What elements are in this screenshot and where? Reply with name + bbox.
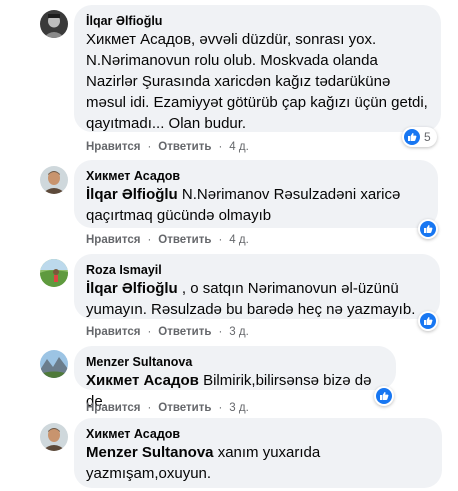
comment-actions: Нравится · Ответить · 4 д. <box>86 233 249 247</box>
comment-text: Menzer Sultanova xanım yuxarıda yazmışam… <box>86 444 321 482</box>
mention-link[interactable]: Menzer Sultanova <box>86 444 214 461</box>
like-button[interactable]: Нравится <box>86 233 140 247</box>
comment-actions: Нравится · Ответить · 3 д. <box>86 401 249 415</box>
reaction-summary[interactable] <box>418 311 438 331</box>
reaction-summary[interactable]: 5 <box>402 127 437 147</box>
comment-timestamp[interactable]: 3 д. <box>229 325 249 339</box>
comment-author[interactable]: Menzer Sultanova <box>86 354 384 370</box>
avatar[interactable] <box>40 423 68 451</box>
like-icon <box>404 129 420 145</box>
comment-bubble: Хикмет Асадов İlqar Əlfioğlu N.Nərimanov… <box>74 160 438 228</box>
reply-button[interactable]: Ответить <box>158 140 211 154</box>
reaction-summary[interactable] <box>418 219 438 239</box>
comment-text: İlqar Əlfioğlu , o satqın Nərimanovun əl… <box>86 280 416 318</box>
mention-link[interactable]: İlqar Əlfioğlu <box>86 186 178 203</box>
comment-bubble: İlqar Əlfioğlu Хикмет Асадов, əvvəli düz… <box>74 5 441 132</box>
reaction-summary[interactable] <box>374 386 394 406</box>
avatar[interactable] <box>40 10 68 38</box>
comment-text: İlqar Əlfioğlu N.Nərimanov Rəsulzadəni x… <box>86 186 401 224</box>
like-icon <box>420 221 436 237</box>
comment-timestamp[interactable]: 3 д. <box>229 401 249 415</box>
like-icon <box>420 313 436 329</box>
comment-author[interactable]: Roza Ismayil <box>86 262 428 278</box>
like-button[interactable]: Нравится <box>86 325 140 339</box>
like-button[interactable]: Нравится <box>86 401 140 415</box>
reply-button[interactable]: Ответить <box>158 233 211 247</box>
avatar[interactable] <box>40 259 68 287</box>
comment-text: Хикмет Асадов, əvvəli düzdür, sonrası yo… <box>86 31 428 132</box>
comment-bubble: Хикмет Асадов Menzer Sultanova xanım yux… <box>74 418 442 488</box>
comment-author[interactable]: Хикмет Асадов <box>86 426 430 442</box>
mention-link[interactable]: İlqar Əlfioğlu <box>86 280 178 297</box>
avatar[interactable] <box>40 350 68 378</box>
reply-button[interactable]: Ответить <box>158 401 211 415</box>
comment-timestamp[interactable]: 4 д. <box>229 140 249 154</box>
avatar[interactable] <box>40 166 68 194</box>
comment-author[interactable]: İlqar Əlfioğlu <box>86 13 429 29</box>
like-button[interactable]: Нравится <box>86 140 140 154</box>
comment-bubble: Roza Ismayil İlqar Əlfioğlu , o satqın N… <box>74 254 440 319</box>
comment-actions: Нравится · Ответить · 3 д. <box>86 325 249 339</box>
like-icon <box>376 388 392 404</box>
reply-button[interactable]: Ответить <box>158 325 211 339</box>
comment-author[interactable]: Хикмет Асадов <box>86 168 426 184</box>
mention-link[interactable]: Хикмет Асадов <box>86 372 199 389</box>
comment-actions: Нравится · Ответить · 4 д. <box>86 140 249 154</box>
comment-timestamp[interactable]: 4 д. <box>229 233 249 247</box>
comment-bubble: Menzer Sultanova Хикмет Асадов Bilmirik,… <box>74 346 396 410</box>
reaction-count: 5 <box>424 130 431 144</box>
